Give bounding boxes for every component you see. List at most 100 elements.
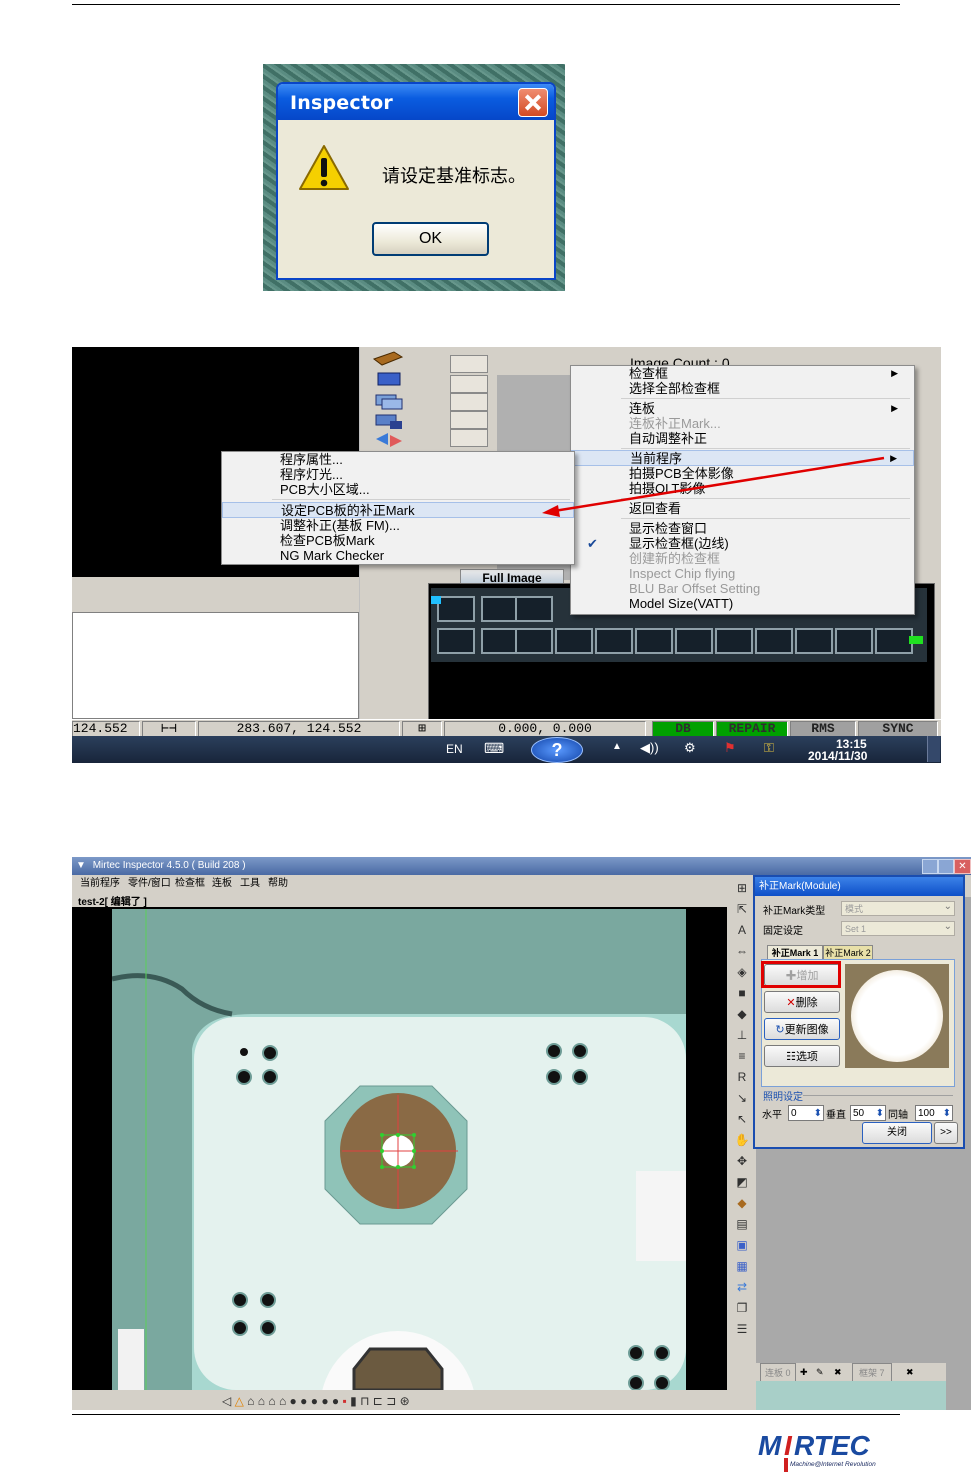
diagonal-icon[interactable]: ↘ [734,1091,750,1105]
frame-select[interactable]: 框架 7 [852,1363,892,1383]
shape-icon[interactable]: ⌂ [247,1394,254,1408]
tray-app-icon[interactable]: ⚿ [764,740,774,756]
tray-up-icon[interactable]: ▲ [612,741,622,752]
panel-icon[interactable]: ▤ [734,1217,750,1231]
array-select[interactable]: 连板 0 [760,1363,796,1383]
network-icon[interactable]: ⚙ [684,740,696,756]
menu-check-box[interactable]: 检查框 [175,875,205,892]
eraser-icon[interactable]: ◆ [734,1007,750,1021]
circle-icon[interactable]: ● [290,1394,297,1408]
dialog-title: 补正Mark(Module) [755,877,963,896]
camera-icon[interactable]: ▦ [734,1259,750,1273]
header-rule [72,4,900,5]
resize-icon[interactable]: ⇔ [734,944,750,958]
connector-icon[interactable]: ⊐ [386,1394,396,1408]
help-icon[interactable]: ? [531,737,583,763]
message-box-screenshot: Inspector 请设定基准标志。 OK [263,64,565,291]
move-icon[interactable]: ⇱ [734,902,750,916]
menu-current-program[interactable]: 当前程序 [80,875,120,892]
more-button[interactable]: >> [934,1122,958,1144]
close-small-icon[interactable]: ✖ [906,1363,914,1381]
delete-icon[interactable]: ✖ [834,1363,842,1381]
text-icon[interactable]: A [734,923,750,937]
status-db: DB [652,721,714,737]
keyboard-icon[interactable]: ⌨ [484,740,504,757]
array-toolbar: 连板 0 ✚ ✎ ✖ 框架 7 ✖ [756,1363,946,1383]
status-repair: REPAIR [716,721,788,737]
vertical-toolbar: ⊞ ⇱ A ⇔ ◈ ■ ◆ ⊥ ≡ R ↘ ↖ ✋ ✥ ◩ ◆ ▤ ▣ ▦ ⇄ … [728,875,756,1410]
restore-icon[interactable] [938,859,954,874]
language-indicator[interactable]: EN [446,742,463,756]
book-icon[interactable]: ◆ [734,1196,750,1210]
circle-icon[interactable]: ● [332,1394,339,1408]
delete-button[interactable]: ✕删除 [764,991,840,1013]
add-icon[interactable]: ✚ [800,1363,808,1381]
clock-date[interactable]: 2014/11/30 [808,749,867,763]
circle-icon[interactable]: ● [321,1394,328,1408]
fixed-setting-select[interactable]: Set 1 [841,919,955,936]
stack-icon[interactable]: ▣ [734,1238,750,1252]
crosshair-icon[interactable]: ✥ [734,1154,750,1168]
menu-tools[interactable]: 工具 [240,875,260,892]
circle-icon[interactable]: ● [311,1394,318,1408]
footer-rule [72,1414,900,1415]
ok-button[interactable]: OK [372,222,489,256]
svg-text:Machine@Internet Revolution: Machine@Internet Revolution [790,1461,876,1468]
speaker-icon[interactable]: ◀)) [640,740,659,756]
menu-parts-window[interactable]: 零件/窗口 [128,875,171,892]
warning-icon [299,145,349,190]
align-icon[interactable]: ≡ [734,1049,750,1063]
bottom-toolbar: ◁ △ ⌂ ⌂ ⌂ ⌂ ● ● ● ● ● ▪ ▮ ⊓ ⊏ ⊐ ⊛ [222,1393,722,1410]
flag-icon[interactable]: ⚑ [724,740,736,756]
lock-icon[interactable]: ⊓ [360,1394,369,1408]
mark-type-select[interactable]: 模式 [841,899,955,916]
lighting-section-label: 照明设定 [763,1092,803,1103]
tab-mark-2[interactable]: 补正Mark 2 [823,945,873,960]
horizontal-label: 水平 [762,1110,782,1121]
pin-icon[interactable]: ▮ [350,1394,357,1408]
shape-icon[interactable]: ⌂ [279,1394,286,1408]
pointer-icon[interactable]: ↖ [734,1112,750,1126]
list-icon[interactable]: ☰ [734,1322,750,1336]
close-icon[interactable]: ✕ [954,859,971,874]
svg-text:M: M [758,1430,782,1461]
svg-text:I: I [784,1430,793,1461]
edit-icon[interactable]: ✎ [816,1363,824,1381]
menu-help[interactable]: 帮助 [268,875,288,892]
connector-icon[interactable]: ⊏ [373,1394,383,1408]
ruler-icon: ⊢⊣ [142,721,196,737]
contrast-icon[interactable]: ◩ [734,1175,750,1189]
close-button[interactable]: 关闭 [862,1122,932,1144]
warning-icon[interactable]: △ [235,1394,244,1408]
hand-icon[interactable]: ✋ [734,1133,750,1147]
swap-icon[interactable]: ⇄ [734,1280,750,1294]
refresh-icon: ↻ [775,1024,785,1036]
rectangle-icon[interactable]: ■ [734,986,750,1000]
copy-icon[interactable]: ❐ [734,1301,750,1315]
update-image-button[interactable]: ↻更新图像 [764,1018,840,1040]
shape-icon[interactable]: ⌂ [258,1394,265,1408]
left-arrow-icon[interactable]: ◁ [222,1394,231,1408]
square-icon[interactable]: ▪ [343,1394,347,1408]
r-icon[interactable]: R [734,1070,750,1084]
horizontal-spinner[interactable]: 0 [788,1105,824,1122]
coaxial-spinner[interactable]: 100 [915,1105,953,1122]
chip-icon[interactable]: ◈ [734,965,750,979]
menu-array[interactable]: 连板 [212,875,232,892]
grid-icon[interactable]: ⊞ [734,881,750,895]
status-bar: 124.552 ⊢⊣ 283.607, 124.552 ⊞ 0.000, 0.0… [72,719,941,737]
tab-mark-1[interactable]: 补正Mark 1 [767,945,823,960]
circle-icon[interactable]: ● [300,1394,307,1408]
shape-icon[interactable]: ⌂ [268,1394,275,1408]
thumbnail [756,1381,946,1410]
pcb-surface [112,909,686,1390]
app-icon: ▼ [76,860,86,871]
vertical-spinner[interactable]: 50 [850,1105,886,1122]
show-desktop-button[interactable] [927,736,940,762]
network-icon[interactable]: ⊛ [400,1394,410,1408]
minimize-icon[interactable] [922,859,938,874]
status-rms: RMS [790,721,856,737]
component-icon[interactable]: ⊥ [734,1028,750,1042]
options-button[interactable]: ☷选项 [764,1045,840,1067]
close-icon[interactable] [518,88,548,117]
